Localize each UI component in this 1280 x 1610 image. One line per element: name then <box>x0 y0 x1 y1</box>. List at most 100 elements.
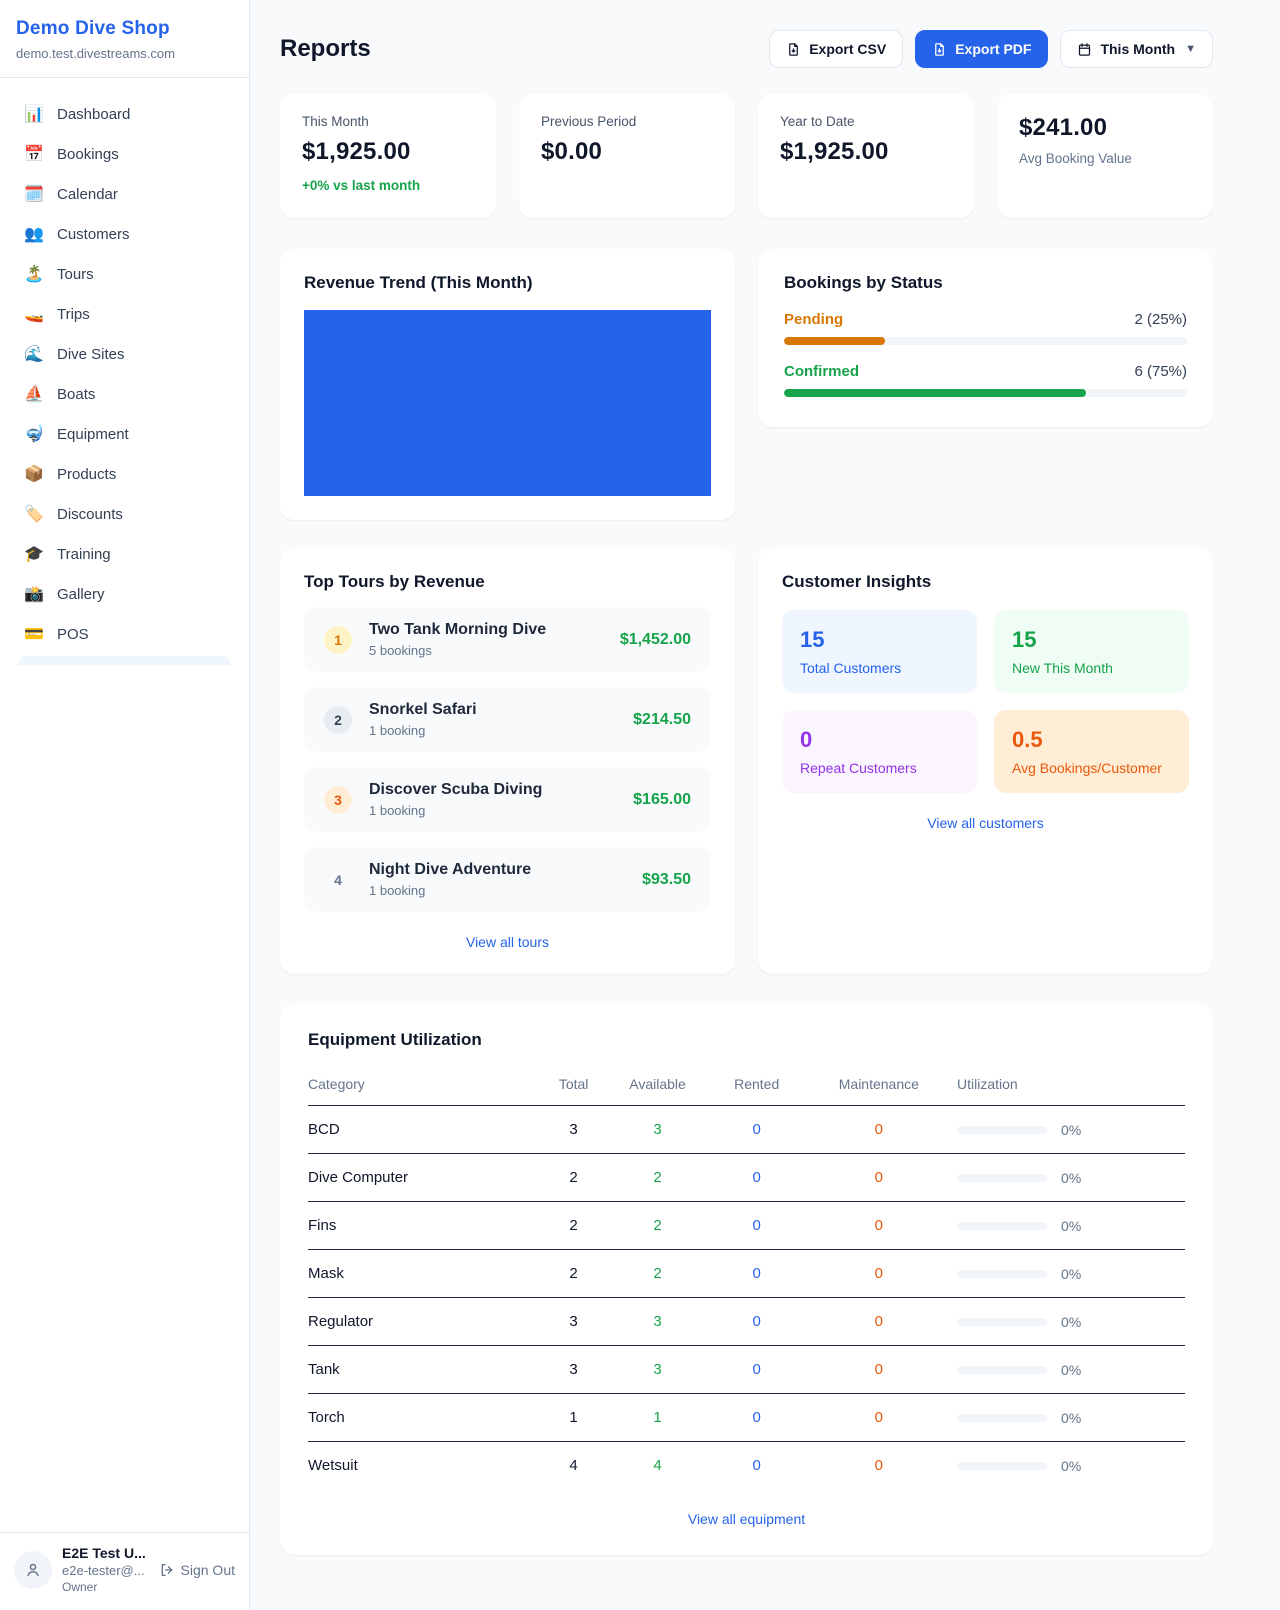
tour-revenue: $93.50 <box>642 871 691 889</box>
tour-list-item: 2 Snorkel Safari 1 booking $214.50 <box>304 687 711 752</box>
sign-out-label: Sign Out <box>181 1562 235 1578</box>
status-label: Pending <box>784 311 843 328</box>
cell-available: 4 <box>602 1442 712 1490</box>
top-tours-title: Top Tours by Revenue <box>304 572 711 592</box>
cell-maintenance: 0 <box>801 1298 957 1346</box>
view-all-customers-link[interactable]: View all customers <box>782 815 1189 831</box>
insight-tile-repeat-customers: 0 Repeat Customers <box>782 710 977 793</box>
sidebar-item-boats[interactable]: ⛵ Boats <box>12 374 237 414</box>
sidebar-item-equipment[interactable]: 🤿 Equipment <box>12 414 237 454</box>
sidebar-item-training[interactable]: 🎓 Training <box>12 534 237 574</box>
customers-icon: 👥 <box>24 224 44 244</box>
sidebar-item-label: Products <box>57 466 116 483</box>
cell-utilization: 0% <box>1061 1314 1081 1330</box>
training-icon: 🎓 <box>24 544 44 564</box>
sidebar-item-customers[interactable]: 👥 Customers <box>12 214 237 254</box>
sidebar-item-dive-sites[interactable]: 🌊 Dive Sites <box>12 334 237 374</box>
file-download-icon <box>932 42 947 57</box>
bookings-by-status-title: Bookings by Status <box>784 273 1187 293</box>
sidebar-item-reports-partial[interactable] <box>18 656 231 665</box>
sidebar-item-products[interactable]: 📦 Products <box>12 454 237 494</box>
utilization-bar <box>957 1222 1047 1230</box>
insight-value: 0.5 <box>1012 727 1171 753</box>
cell-maintenance: 0 <box>801 1106 957 1154</box>
cell-maintenance: 0 <box>801 1250 957 1298</box>
status-bar-track <box>784 389 1187 397</box>
export-csv-button[interactable]: Export CSV <box>769 30 903 68</box>
person-icon <box>24 1561 42 1579</box>
sidebar-item-pos[interactable]: 💳 POS <box>12 614 237 654</box>
stat-card-avg-booking-value: $241.00 Avg Booking Value <box>997 94 1213 218</box>
cell-total: 1 <box>545 1394 603 1442</box>
sidebar-item-discounts[interactable]: 🏷️ Discounts <box>12 494 237 534</box>
sidebar-item-label: Training <box>57 546 111 563</box>
cell-category: Tank <box>308 1346 545 1394</box>
cell-available: 2 <box>602 1250 712 1298</box>
view-all-tours-link[interactable]: View all tours <box>304 934 711 950</box>
period-dropdown[interactable]: This Month ▼ <box>1060 30 1213 68</box>
sidebar-item-bookings[interactable]: 📅 Bookings <box>12 134 237 174</box>
sign-out-button[interactable]: Sign Out <box>159 1562 235 1578</box>
stat-value: $241.00 <box>1019 114 1191 142</box>
cell-available: 3 <box>602 1106 712 1154</box>
insight-label: Repeat Customers <box>800 760 959 776</box>
stat-delta: +0% vs last month <box>302 178 474 193</box>
export-pdf-button[interactable]: Export PDF <box>915 30 1048 68</box>
cell-utilization: 0% <box>1061 1458 1081 1474</box>
sidebar-item-calendar[interactable]: 🗓️ Calendar <box>12 174 237 214</box>
sidebar-item-label: Customers <box>57 226 130 243</box>
cell-maintenance: 0 <box>801 1346 957 1394</box>
tour-name: Snorkel Safari <box>369 701 477 719</box>
insight-label: Total Customers <box>800 660 959 676</box>
rank-badge: 4 <box>324 866 352 894</box>
cell-total: 2 <box>545 1250 603 1298</box>
file-download-icon <box>786 42 801 57</box>
stat-card-year-to-date: Year to Date $1,925.00 <box>758 94 974 218</box>
stat-label: This Month <box>302 114 474 129</box>
shop-name: Demo Dive Shop <box>16 18 233 40</box>
tour-name: Night Dive Adventure <box>369 861 531 879</box>
status-value: 6 (75%) <box>1134 363 1187 380</box>
cell-total: 2 <box>545 1154 603 1202</box>
stat-value: $1,925.00 <box>302 138 474 166</box>
cell-utilization: 0% <box>1061 1266 1081 1282</box>
chevron-down-icon: ▼ <box>1185 43 1196 55</box>
tour-list-item: 3 Discover Scuba Diving 1 booking $165.0… <box>304 767 711 832</box>
cell-category: BCD <box>308 1106 545 1154</box>
cell-available: 1 <box>602 1394 712 1442</box>
revenue-trend-title: Revenue Trend (This Month) <box>304 273 711 293</box>
revenue-trend-chart <box>304 310 711 496</box>
page-title: Reports <box>280 35 371 63</box>
dive-sites-icon: 🌊 <box>24 344 44 364</box>
utilization-bar <box>957 1366 1047 1374</box>
utilization-bar <box>957 1174 1047 1182</box>
table-row: Tank 3 3 0 0 0% <box>308 1346 1185 1394</box>
column-header-available: Available <box>602 1066 712 1106</box>
cell-total: 3 <box>545 1298 603 1346</box>
equipment-utilization-card: Equipment Utilization Category Total Ava… <box>280 1004 1213 1555</box>
trips-icon: 🚤 <box>24 304 44 324</box>
cell-rented: 0 <box>713 1298 801 1346</box>
tour-bookings: 5 bookings <box>369 643 546 658</box>
sidebar-item-tours[interactable]: 🏝️ Tours <box>12 254 237 294</box>
tours-icon: 🏝️ <box>24 264 44 284</box>
sidebar-item-label: Boats <box>57 386 95 403</box>
sidebar: Demo Dive Shop demo.test.divestreams.com… <box>0 0 250 1610</box>
user-name: E2E Test U... <box>62 1545 146 1561</box>
cell-utilization: 0% <box>1061 1218 1081 1234</box>
utilization-bar <box>957 1318 1047 1326</box>
insight-value: 0 <box>800 727 959 753</box>
user-meta: E2E Test U... e2e-tester@... Owner <box>62 1545 146 1594</box>
sidebar-item-dashboard[interactable]: 📊 Dashboard <box>12 94 237 134</box>
calendar-icon: 🗓️ <box>24 184 44 204</box>
tour-bookings: 1 booking <box>369 723 477 738</box>
sidebar-item-gallery[interactable]: 📸 Gallery <box>12 574 237 614</box>
sidebar-item-label: Discounts <box>57 506 123 523</box>
view-all-equipment-link[interactable]: View all equipment <box>308 1511 1185 1527</box>
sidebar-item-label: Bookings <box>57 146 119 163</box>
sidebar-item-trips[interactable]: 🚤 Trips <box>12 294 237 334</box>
cell-rented: 0 <box>713 1346 801 1394</box>
sign-out-icon <box>159 1562 175 1578</box>
cell-utilization: 0% <box>1061 1170 1081 1186</box>
insight-value: 15 <box>1012 627 1171 653</box>
